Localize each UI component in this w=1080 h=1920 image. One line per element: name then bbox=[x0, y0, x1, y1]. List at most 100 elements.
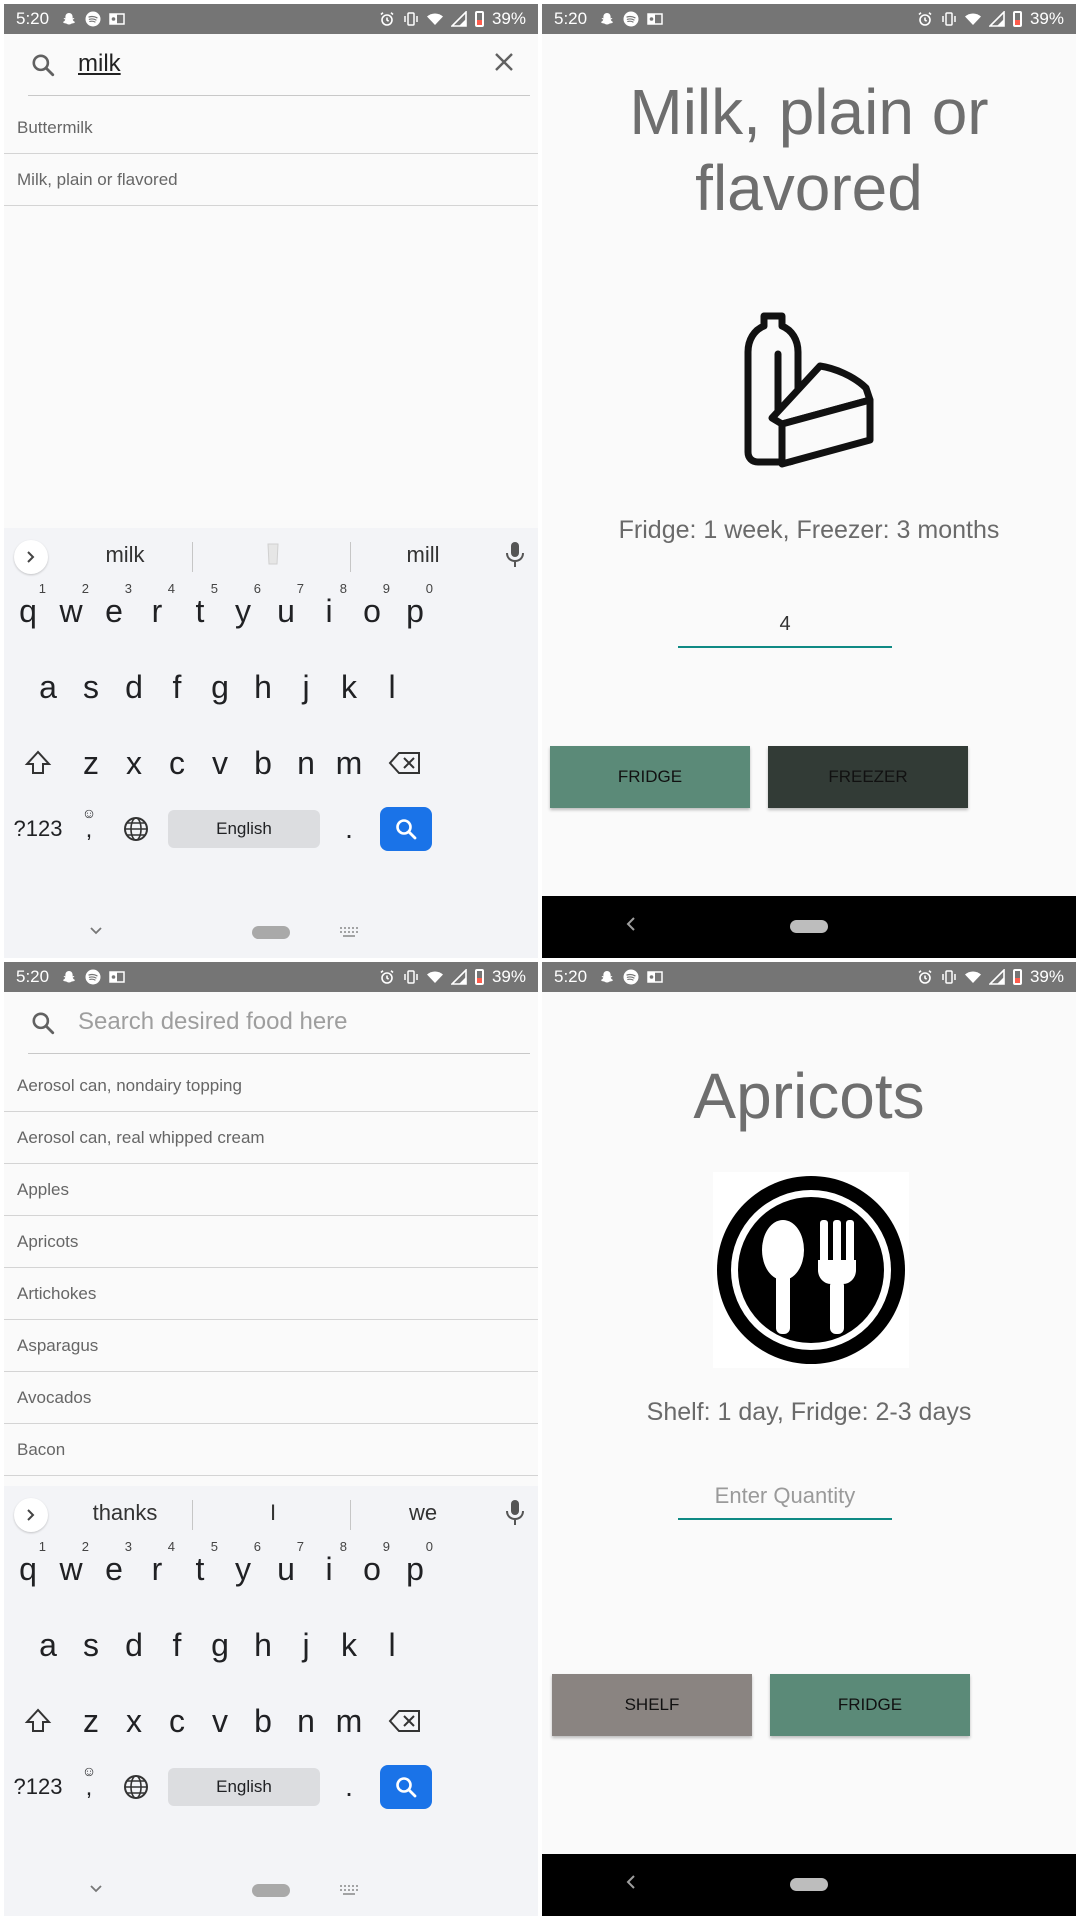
key-s[interactable]: s bbox=[67, 656, 115, 718]
period-key[interactable]: . bbox=[334, 1763, 364, 1811]
key-a[interactable]: a bbox=[24, 1614, 72, 1676]
hide-keyboard-button[interactable] bbox=[88, 1880, 104, 1903]
key-z[interactable]: z bbox=[67, 1690, 115, 1752]
key-y[interactable]: y6 bbox=[219, 1538, 267, 1600]
key-h[interactable]: h bbox=[239, 656, 287, 718]
key-i[interactable]: i8 bbox=[305, 580, 353, 642]
symbols-key[interactable]: ?123 bbox=[12, 1763, 64, 1811]
suggestion-1[interactable]: thanks bbox=[70, 1500, 180, 1526]
comma-emoji-key[interactable]: ☺ , bbox=[70, 1756, 108, 1804]
search-input[interactable]: Search desired food here bbox=[78, 1008, 348, 1036]
key-i[interactable]: i8 bbox=[305, 1538, 353, 1600]
key-c[interactable]: c bbox=[153, 732, 201, 794]
expand-toolbar-button[interactable] bbox=[14, 1498, 48, 1532]
quantity-field[interactable]: 4 bbox=[678, 604, 892, 648]
key-v[interactable]: v bbox=[196, 1690, 244, 1752]
key-m[interactable]: m bbox=[325, 1690, 373, 1752]
search-input[interactable]: milk bbox=[78, 50, 121, 78]
backspace-key[interactable] bbox=[380, 1697, 430, 1745]
fridge-button[interactable]: FRIDGE bbox=[770, 1674, 970, 1736]
back-button[interactable] bbox=[624, 912, 638, 938]
key-f[interactable]: f bbox=[153, 1614, 201, 1676]
list-item[interactable]: Asparagus bbox=[4, 1320, 538, 1372]
key-k[interactable]: k bbox=[325, 656, 373, 718]
key-x[interactable]: x bbox=[110, 1690, 158, 1752]
microphone-icon[interactable] bbox=[502, 1498, 528, 1528]
home-pill[interactable] bbox=[790, 920, 828, 933]
suggestion-3[interactable]: mill bbox=[368, 542, 478, 568]
list-item[interactable]: Buttermilk bbox=[4, 102, 538, 154]
list-item[interactable]: Avocados bbox=[4, 1372, 538, 1424]
key-c[interactable]: c bbox=[153, 1690, 201, 1752]
key-w[interactable]: w2 bbox=[47, 1538, 95, 1600]
keyboard-switch-icon[interactable] bbox=[338, 926, 360, 940]
microphone-icon[interactable] bbox=[502, 540, 528, 570]
key-m[interactable]: m bbox=[325, 732, 373, 794]
key-j[interactable]: j bbox=[282, 1614, 330, 1676]
key-j[interactable]: j bbox=[282, 656, 330, 718]
key-v[interactable]: v bbox=[196, 732, 244, 794]
key-x[interactable]: x bbox=[110, 732, 158, 794]
suggestion-2[interactable]: I bbox=[218, 1500, 328, 1526]
key-r[interactable]: r4 bbox=[133, 1538, 181, 1600]
symbols-key[interactable]: ?123 bbox=[12, 805, 64, 853]
key-e[interactable]: e3 bbox=[90, 1538, 138, 1600]
suggestion-1[interactable]: milk bbox=[70, 542, 180, 568]
key-r[interactable]: r4 bbox=[133, 580, 181, 642]
list-item[interactable]: Bacon bbox=[4, 1424, 538, 1476]
list-item[interactable]: Aerosol can, nondairy topping bbox=[4, 1060, 538, 1112]
search-bar[interactable]: milk bbox=[4, 34, 538, 98]
list-item[interactable]: Apricots bbox=[4, 1216, 538, 1268]
key-d[interactable]: d bbox=[110, 656, 158, 718]
key-y[interactable]: y6 bbox=[219, 580, 267, 642]
backspace-key[interactable] bbox=[380, 739, 430, 787]
fridge-button[interactable]: FRIDGE bbox=[550, 746, 750, 808]
list-item[interactable]: Artichokes bbox=[4, 1268, 538, 1320]
comma-emoji-key[interactable]: ☺ , bbox=[70, 798, 108, 846]
freezer-button[interactable]: FREEZER bbox=[768, 746, 968, 808]
space-key[interactable]: English bbox=[168, 810, 320, 848]
key-a[interactable]: a bbox=[24, 656, 72, 718]
list-item[interactable]: Aerosol can, real whipped cream bbox=[4, 1112, 538, 1164]
quantity-field[interactable]: Enter Quantity bbox=[678, 1476, 892, 1520]
home-pill[interactable] bbox=[252, 1884, 290, 1897]
key-z[interactable]: z bbox=[67, 732, 115, 794]
home-pill[interactable] bbox=[790, 1878, 828, 1891]
key-f[interactable]: f bbox=[153, 656, 201, 718]
search-bar[interactable]: Search desired food here bbox=[4, 992, 538, 1056]
key-b[interactable]: b bbox=[239, 732, 287, 794]
key-o[interactable]: o9 bbox=[348, 580, 396, 642]
language-key[interactable] bbox=[116, 805, 156, 853]
hide-keyboard-button[interactable] bbox=[88, 922, 104, 945]
key-q[interactable]: q1 bbox=[4, 1538, 52, 1600]
key-t[interactable]: t5 bbox=[176, 580, 224, 642]
key-u[interactable]: u7 bbox=[262, 580, 310, 642]
key-b[interactable]: b bbox=[239, 1690, 287, 1752]
list-item[interactable]: Apples bbox=[4, 1164, 538, 1216]
suggestion-2[interactable] bbox=[218, 542, 328, 572]
key-t[interactable]: t5 bbox=[176, 1538, 224, 1600]
back-button[interactable] bbox=[624, 1870, 638, 1896]
key-w[interactable]: w2 bbox=[47, 580, 95, 642]
shift-key[interactable] bbox=[18, 1697, 58, 1745]
keyboard-switch-icon[interactable] bbox=[338, 1884, 360, 1898]
key-u[interactable]: u7 bbox=[262, 1538, 310, 1600]
clear-search-button[interactable] bbox=[490, 50, 518, 78]
period-key[interactable]: . bbox=[334, 805, 364, 853]
home-pill[interactable] bbox=[252, 926, 290, 939]
key-g[interactable]: g bbox=[196, 1614, 244, 1676]
key-n[interactable]: n bbox=[282, 732, 330, 794]
key-p[interactable]: p0 bbox=[391, 580, 439, 642]
shelf-button[interactable]: SHELF bbox=[552, 1674, 752, 1736]
expand-toolbar-button[interactable] bbox=[14, 540, 48, 574]
key-n[interactable]: n bbox=[282, 1690, 330, 1752]
key-g[interactable]: g bbox=[196, 656, 244, 718]
key-h[interactable]: h bbox=[239, 1614, 287, 1676]
key-s[interactable]: s bbox=[67, 1614, 115, 1676]
key-e[interactable]: e3 bbox=[90, 580, 138, 642]
key-k[interactable]: k bbox=[325, 1614, 373, 1676]
key-p[interactable]: p0 bbox=[391, 1538, 439, 1600]
key-o[interactable]: o9 bbox=[348, 1538, 396, 1600]
list-item[interactable]: Milk, plain or flavored bbox=[4, 154, 538, 206]
language-key[interactable] bbox=[116, 1763, 156, 1811]
